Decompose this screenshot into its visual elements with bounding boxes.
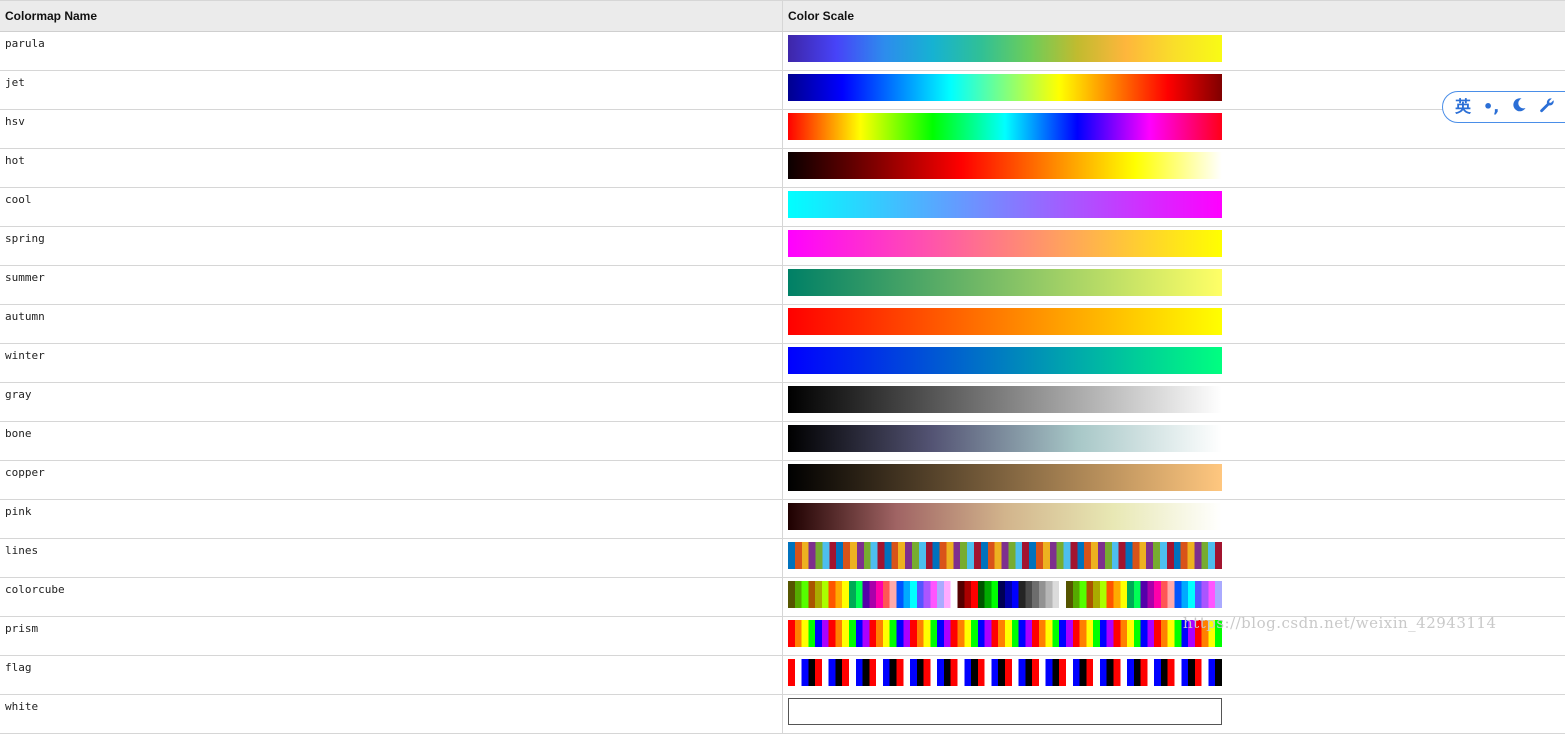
- colormap-name: spring: [0, 227, 783, 266]
- color-scale-cell: [783, 188, 1565, 227]
- colorbar-parula: [788, 35, 1222, 62]
- color-scale-cell: [783, 149, 1565, 188]
- colormap-name: pink: [0, 500, 783, 539]
- colormap-name: jet: [0, 71, 783, 110]
- colorbar-spring: [788, 230, 1222, 257]
- color-scale-cell: [783, 461, 1565, 500]
- table-row: cool: [0, 188, 1565, 227]
- table-row: bone: [0, 422, 1565, 461]
- colormap-name: cool: [0, 188, 783, 227]
- language-toggle[interactable]: 英: [1455, 99, 1471, 115]
- table-row: colorcube: [0, 578, 1565, 617]
- ime-toolbar[interactable]: 英 •,: [1442, 91, 1565, 123]
- colorbar-summer: [788, 269, 1222, 296]
- table-row: copper: [0, 461, 1565, 500]
- colorbar-prism: [788, 620, 1222, 647]
- color-scale-cell: [783, 539, 1565, 578]
- color-scale-cell: [783, 344, 1565, 383]
- table-row: jet: [0, 71, 1565, 110]
- table-header-row: Colormap Name Color Scale: [0, 1, 1565, 32]
- colorbar-autumn: [788, 308, 1222, 335]
- color-scale-cell: [783, 227, 1565, 266]
- table-row: gray: [0, 383, 1565, 422]
- colorbar-gray: [788, 386, 1222, 413]
- table-row: hot: [0, 149, 1565, 188]
- table-row: lines: [0, 539, 1565, 578]
- colormap-name: prism: [0, 617, 783, 656]
- colorbar-bone: [788, 425, 1222, 452]
- colormap-name: hsv: [0, 110, 783, 149]
- header-color-scale: Color Scale: [783, 1, 1565, 32]
- colorbar-cool: [788, 191, 1222, 218]
- colormap-name: winter: [0, 344, 783, 383]
- colormap-name: lines: [0, 539, 783, 578]
- color-scale-cell: [783, 383, 1565, 422]
- colormap-name: bone: [0, 422, 783, 461]
- table-row: hsv: [0, 110, 1565, 149]
- colorbar-hot: [788, 152, 1222, 179]
- colorbar-colorcube: [788, 581, 1222, 608]
- colormap-name: colorcube: [0, 578, 783, 617]
- colormap-name: summer: [0, 266, 783, 305]
- color-scale-cell: [783, 695, 1565, 734]
- color-scale-cell: [783, 266, 1565, 305]
- colorbar-pink: [788, 503, 1222, 530]
- color-scale-cell: [783, 305, 1565, 344]
- colorbar-winter: [788, 347, 1222, 374]
- colormap-name: white: [0, 695, 783, 734]
- color-scale-cell: [783, 500, 1565, 539]
- colorbar-white: [788, 698, 1222, 725]
- colorbar-jet: [788, 74, 1222, 101]
- table-row: winter: [0, 344, 1565, 383]
- table-row: flag: [0, 656, 1565, 695]
- colorbar-flag: [788, 659, 1222, 686]
- colorbar-lines: [788, 542, 1222, 569]
- punctuation-icon[interactable]: •,: [1483, 99, 1499, 115]
- color-scale-cell: [783, 32, 1565, 71]
- color-scale-cell: [783, 578, 1565, 617]
- color-scale-cell: [783, 422, 1565, 461]
- table-row: pink: [0, 500, 1565, 539]
- table-row: spring: [0, 227, 1565, 266]
- colormap-name: gray: [0, 383, 783, 422]
- colormap-name: hot: [0, 149, 783, 188]
- header-colormap-name: Colormap Name: [0, 1, 783, 32]
- table-row: white: [0, 695, 1565, 734]
- colormap-name: parula: [0, 32, 783, 71]
- table-row: autumn: [0, 305, 1565, 344]
- table-row: summer: [0, 266, 1565, 305]
- colormap-name: autumn: [0, 305, 783, 344]
- wrench-icon[interactable]: [1539, 97, 1555, 118]
- colorbar-hsv: [788, 113, 1222, 140]
- colormap-name: flag: [0, 656, 783, 695]
- colorbar-copper: [788, 464, 1222, 491]
- color-scale-cell: [783, 656, 1565, 695]
- table-row: parula: [0, 32, 1565, 71]
- colormap-name: copper: [0, 461, 783, 500]
- moon-icon[interactable]: [1511, 97, 1527, 118]
- watermark-url: https://blog.csdn.net/weixin_42943114: [1183, 614, 1497, 632]
